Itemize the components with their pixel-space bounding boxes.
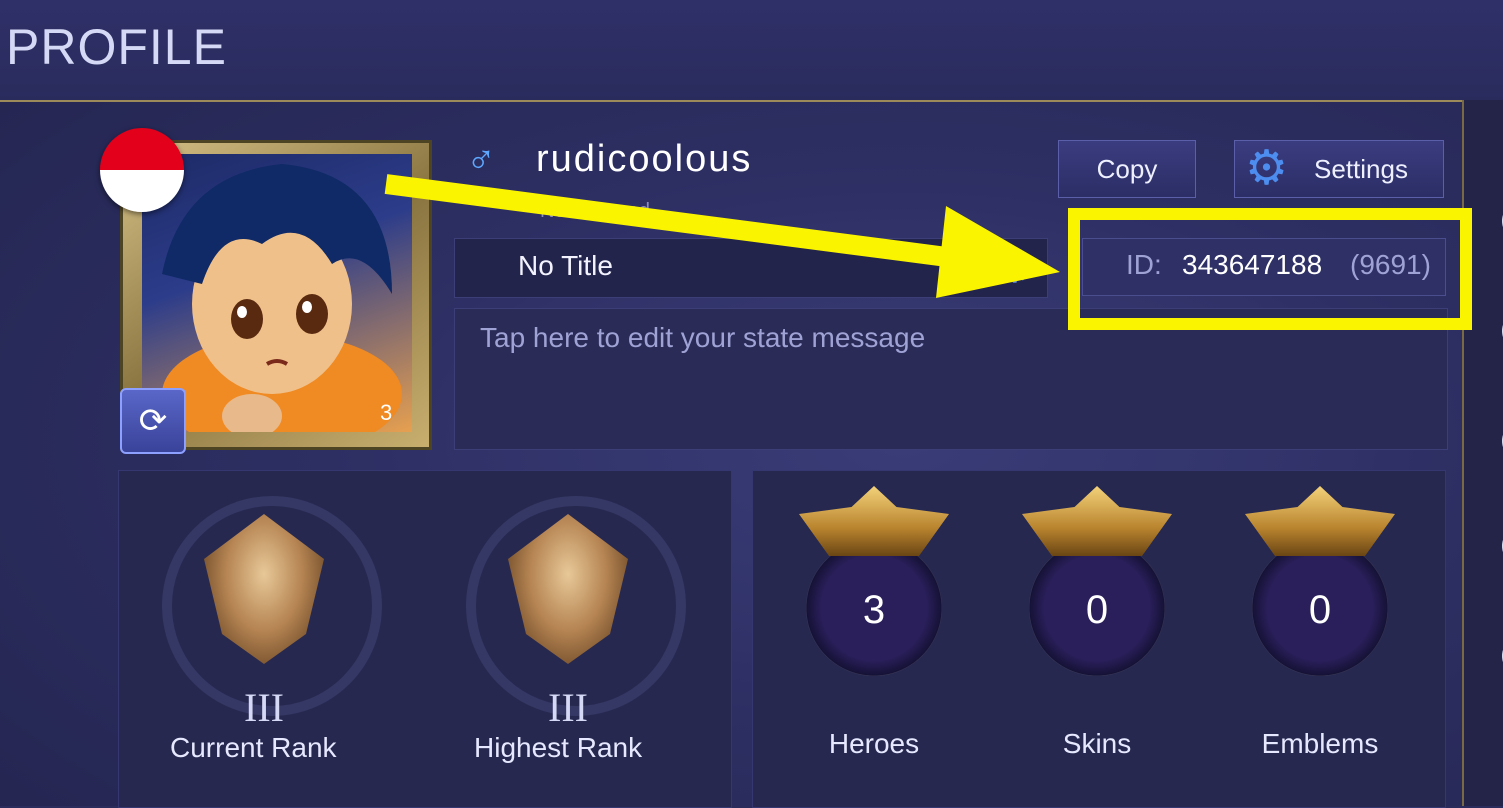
current-rank-tier: III (244, 685, 284, 730)
id-highlight-box (1068, 208, 1472, 330)
gear-icon[interactable]: ⚙ (995, 242, 1034, 293)
header-bar: PROFILE (0, 0, 1503, 102)
skins-count: 0 (1085, 588, 1109, 632)
username: rudicoolous (536, 138, 753, 180)
country-flag (100, 128, 184, 212)
highest-rank-label: Highest Rank (474, 732, 643, 763)
refresh-icon: ⟳ (138, 402, 168, 440)
skins-label: Skins (1062, 728, 1132, 759)
settings-label: Settings (1314, 153, 1408, 184)
page-title: PROFILE (6, 19, 227, 75)
male-icon: ♂ (466, 138, 496, 182)
heroes-label: Heroes (828, 728, 920, 759)
swap-avatar-button[interactable]: ⟳ (120, 388, 186, 454)
current-rank-label: Current Rank (170, 732, 337, 763)
highest-rank-tier: III (548, 685, 588, 730)
state-message-placeholder: Tap here to edit your state message (480, 322, 926, 353)
heroes-count: 3 (862, 588, 886, 632)
emblems-label: Emblems (1261, 728, 1379, 759)
obscured-subtext: Not Favored (540, 200, 651, 222)
emblems-count: 0 (1308, 588, 1332, 632)
settings-button[interactable]: ⚙ Settings (1234, 140, 1444, 198)
title-text: No Title (518, 250, 613, 281)
gear-icon: ⚙ (1245, 142, 1289, 195)
right-side-rail (1462, 100, 1503, 806)
avatar-level: 3 (380, 400, 393, 425)
copy-button[interactable]: Copy (1058, 140, 1196, 198)
